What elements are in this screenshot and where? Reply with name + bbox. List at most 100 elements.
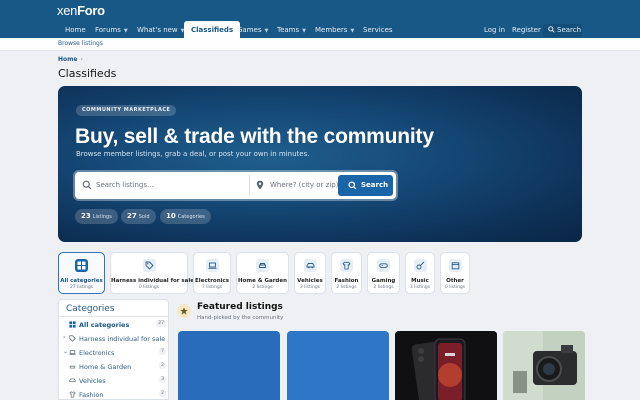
sidebar-item-fashion[interactable]: Fashion 2 [63,388,166,400]
category-name: Gaming [371,278,396,284]
sidebar-item-vehicles[interactable]: Vehicles 3 [63,374,166,387]
category-card-harness[interactable]: Harness individual for sale 0 listings [110,252,194,294]
sidebar-item-count: 7 [159,348,166,355]
stat-sold: 27 Sold [121,209,156,224]
hero-banner: COMMUNITY MARKETPLACE Buy, sell & trade … [58,86,582,242]
site-logo[interactable]: xenForo [57,3,105,18]
chevron-down-icon: ▼ [350,28,355,34]
nav-services-label: Services [363,26,393,34]
category-name: Vehicles [297,278,323,284]
shirt-icon [69,391,76,398]
logo-text-suffix: Foro [77,3,105,18]
categories-sidebar: Categories All categories 27 › Harness i… [58,299,169,400]
category-card-electronics[interactable]: Electronics 7 listings [193,252,231,294]
sidebar-item-electronics[interactable]: ⌄ Electronics 7 [63,346,166,359]
laptop-icon [69,350,76,356]
category-card-other[interactable]: Other 0 listings [440,252,470,294]
hero-title: Buy, sell & trade with the community [75,125,434,148]
laptop-icon [205,259,219,272]
stat-value: 27 [127,212,137,220]
nav-home-label: Home [65,26,86,34]
listing-card-image[interactable] [287,331,389,400]
category-name: Other [446,278,464,284]
search-icon [548,26,555,33]
sidebar-item-count: 2 [159,362,166,369]
category-count: 27 listings [69,285,94,290]
nav-classifieds[interactable]: Classifieds [184,21,241,38]
login-link[interactable]: Log in [484,22,505,38]
nav-forums-label: Forums [95,26,121,34]
browse-listings-link[interactable]: Browse listings [58,40,103,47]
sidebar-item-count: 2 [159,390,166,397]
nav-search-button[interactable]: Search [543,24,582,37]
sidebar-item-all-categories[interactable]: All categories 27 [63,318,166,331]
gamepad-icon [377,259,390,272]
nav-whats-new-label: What's new [137,26,178,34]
page-title: Classifieds [58,67,117,80]
nav-home[interactable]: Home [65,22,86,38]
sidebar-item-count: 27 [156,320,166,327]
sidebar-item-label: Home & Garden [79,363,132,371]
location-input[interactable]: Where? (city or zip) [270,181,338,189]
camera-photo [503,331,585,400]
nav-games[interactable]: Games ▼ [237,22,268,38]
stat-listings: 23 Listings [75,209,118,224]
stat-value: 10 [166,212,176,220]
listing-card-image[interactable] [503,331,585,400]
stat-label: Listings [92,214,112,220]
search-submit-label: Search [361,181,389,189]
category-count: 3 listings [299,285,321,290]
stat-categories: 10 Categories [160,209,211,224]
stat-label: Categories [177,214,205,220]
category-name: Harness individual for sale [111,278,194,284]
category-card-vehicles[interactable]: Vehicles 3 listings [294,252,326,294]
logo-text-prefix: xen [57,3,78,18]
category-name: Music [411,278,429,284]
search-input[interactable]: Search listings... [96,181,154,189]
listing-card-image[interactable] [178,331,280,400]
login-label: Log in [484,26,506,34]
hero-search-form: Search listings... Where? (city or zip) … [75,172,396,199]
listing-card-image[interactable] [395,331,497,400]
car-icon [69,378,76,383]
nav-members[interactable]: Members ▼ [315,22,354,38]
car-icon [303,259,317,272]
category-card-home-garden[interactable]: Home & Garden 2 listings [236,252,289,294]
category-name: Home & Garden [238,278,287,284]
category-card-music[interactable]: Music 3 listings [405,252,435,294]
main-navigation: Home Forums ▼ What's new ▼ Classifieds Gam… [0,21,640,38]
location-pin-icon [256,180,264,190]
search-divider [249,175,250,196]
nav-whats-new[interactable]: What's new ▼ [137,22,185,38]
search-submit-button[interactable]: Search [338,175,393,196]
stat-label: Sold [138,214,150,220]
category-count: 0 listings [444,285,466,290]
breadcrumb: Home › [58,56,83,63]
nav-services[interactable]: Services [363,22,393,38]
tag-icon [142,259,156,272]
nav-forums[interactable]: Forums ▼ [95,22,128,38]
nav-teams[interactable]: Teams ▼ [277,22,306,38]
nav-classifieds-label: Classifieds [191,26,234,34]
register-link[interactable]: Register [512,22,541,38]
category-name: Electronics [194,278,230,284]
chevron-down-icon: ▼ [302,28,307,34]
category-count: 0 listings [138,285,160,290]
shirt-icon [340,259,353,272]
sidebar-title: Categories [66,304,115,314]
chevron-down-icon[interactable]: ⌄ [63,348,68,355]
nav-games-label: Games [237,26,262,34]
nav-teams-label: Teams [277,26,300,34]
category-card-fashion[interactable]: Fashion 2 listings [331,252,362,294]
star-icon [177,304,191,318]
category-card-gaming[interactable]: Gaming 2 listings [367,252,400,294]
sidebar-item-label: Fashion [79,391,104,399]
breadcrumb-home[interactable]: Home [58,56,77,63]
category-count: 2 listings [336,285,357,290]
category-card-all[interactable]: All categories 27 listings [58,252,105,294]
sidebar-item-home-garden[interactable]: Home & Garden 2 [63,360,166,373]
chevron-right-icon[interactable]: › [63,334,65,341]
nav-search-label: Search [557,26,582,34]
sofa-icon [256,259,269,272]
sidebar-item-harness[interactable]: › Harness individual for sale [63,332,166,345]
